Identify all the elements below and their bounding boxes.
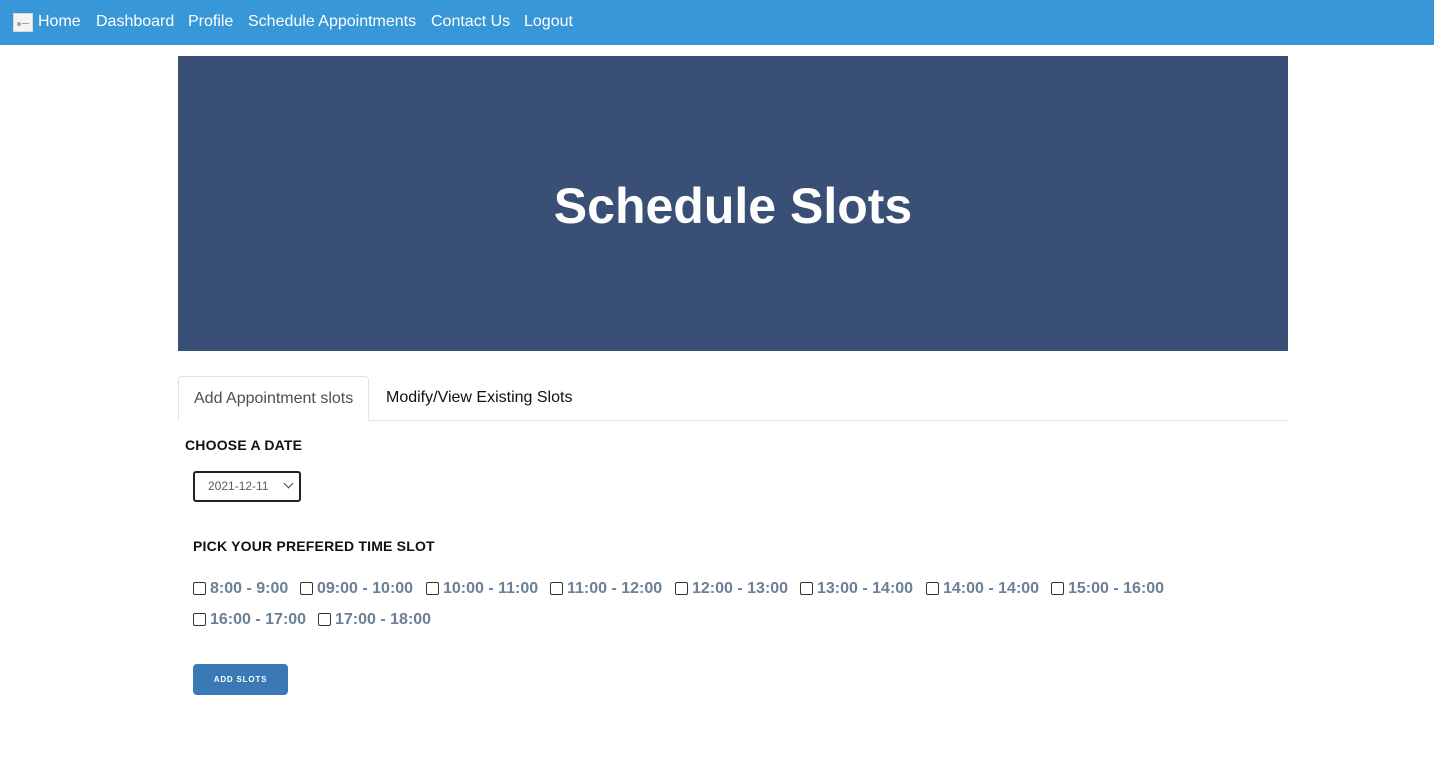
slot-label: 12:00 - 13:00 xyxy=(692,580,789,597)
tab-add-appointment-slots[interactable]: Add Appointment slots xyxy=(178,376,369,421)
slot-option[interactable]: 15:00 - 16:00 xyxy=(1051,580,1164,598)
nav-logout-link[interactable]: Logout xyxy=(524,12,573,31)
slot-label: 14:00 - 14:00 xyxy=(943,580,1040,597)
slot-option[interactable]: 17:00 - 18:00 xyxy=(318,611,431,629)
slot-label: 15:00 - 16:00 xyxy=(1068,580,1165,597)
slot-checkbox[interactable] xyxy=(1051,581,1064,595)
nav-schedule-appointments-link[interactable]: Schedule Appointments xyxy=(248,12,416,31)
nav-home-link[interactable]: Home xyxy=(38,12,81,31)
slot-checkbox[interactable] xyxy=(550,581,563,595)
nav-profile-link[interactable]: Profile xyxy=(188,12,233,31)
nav-dashboard-link[interactable]: Dashboard xyxy=(96,12,174,31)
slot-option[interactable]: 12:00 - 13:00 xyxy=(675,580,788,598)
slot-checkbox[interactable] xyxy=(800,581,813,595)
slot-label: 17:00 - 18:00 xyxy=(335,611,432,628)
slot-label: 09:00 - 10:00 xyxy=(317,580,414,597)
add-slots-button[interactable]: ADD SLOTS xyxy=(193,664,288,695)
slot-checkbox[interactable] xyxy=(426,581,439,595)
slot-option[interactable]: 14:00 - 14:00 xyxy=(926,580,1039,598)
slot-checkbox[interactable] xyxy=(300,581,313,595)
slot-label: 11:00 - 12:00 xyxy=(567,580,663,597)
slot-checkbox[interactable] xyxy=(193,612,206,626)
slot-checkbox[interactable] xyxy=(318,612,331,626)
date-select-value: 2021-12-11 xyxy=(208,479,269,493)
slot-checkbox[interactable] xyxy=(675,581,688,595)
logo-icon[interactable] xyxy=(13,13,33,32)
page-title: Schedule Slots xyxy=(553,177,913,234)
choose-date-label: CHOOSE A DATE xyxy=(185,437,303,453)
slot-option[interactable]: 16:00 - 17:00 xyxy=(193,611,306,629)
slot-option[interactable]: 13:00 - 14:00 xyxy=(800,580,913,598)
slot-checkbox[interactable] xyxy=(193,581,206,595)
slot-option[interactable]: 09:00 - 10:00 xyxy=(300,580,413,598)
hero-banner: Schedule Slots xyxy=(178,56,1288,351)
nav-contact-us-link[interactable]: Contact Us xyxy=(431,12,510,31)
chevron-down-icon xyxy=(283,478,294,489)
slot-checkbox[interactable] xyxy=(926,581,939,595)
slot-label: 10:00 - 11:00 xyxy=(443,580,539,597)
slot-option[interactable]: 8:00 - 9:00 xyxy=(193,580,288,598)
tab-modify-view-existing-slots[interactable]: Modify/View Existing Slots xyxy=(371,376,587,421)
slot-label: 13:00 - 14:00 xyxy=(817,580,914,597)
time-slot-label: PICK YOUR PREFERED TIME SLOT xyxy=(193,538,435,554)
slot-label: 8:00 - 9:00 xyxy=(210,580,289,597)
top-navbar: Home Dashboard Profile Schedule Appointm… xyxy=(0,0,1434,45)
date-select[interactable]: 2021-12-11 xyxy=(193,471,301,502)
slot-option[interactable]: 10:00 - 11:00 xyxy=(426,580,538,598)
slot-label: 16:00 - 17:00 xyxy=(210,611,307,628)
slot-option[interactable]: 11:00 - 12:00 xyxy=(550,580,662,598)
